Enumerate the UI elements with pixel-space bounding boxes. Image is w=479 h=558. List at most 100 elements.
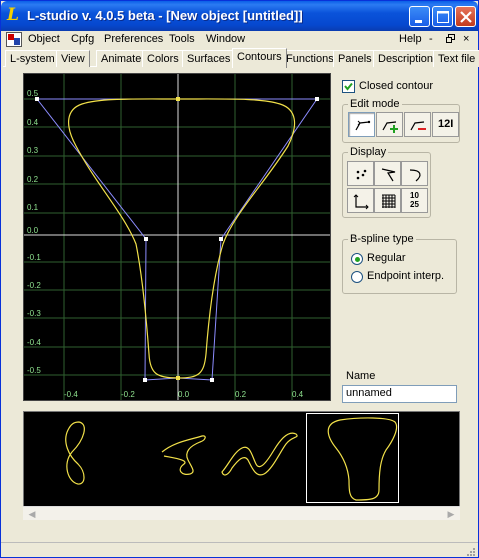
app-window: L L-studio v. 4.0.5 beta - [New object […	[0, 0, 479, 558]
mdi-minimize-button[interactable]: -	[429, 33, 433, 45]
control-polygon-icon	[381, 168, 396, 182]
show-grid-button[interactable]	[374, 188, 401, 213]
bspline-type-group: B-spline type Regular Endpoint interp.	[342, 233, 457, 294]
tab-view[interactable]: View	[56, 50, 90, 67]
gallery-thumbnails	[65, 413, 399, 503]
control-point[interactable]	[315, 97, 319, 101]
tab-l-system[interactable]: L-system	[5, 50, 60, 67]
closed-contour-label: Closed contour	[359, 80, 433, 92]
regular-radio[interactable]	[351, 253, 363, 265]
control-point[interactable]	[144, 237, 148, 241]
resize-grip-icon[interactable]	[465, 546, 476, 557]
title-bar[interactable]: L L-studio v. 4.0.5 beta - [New object […	[1, 1, 478, 31]
maximize-icon	[437, 11, 449, 23]
show-curve-button[interactable]	[401, 161, 428, 186]
y-tick-label: -0.1	[27, 253, 41, 262]
y-tick-label: -0.3	[27, 309, 41, 318]
scroll-right-icon[interactable]: ▶	[444, 507, 458, 521]
axes-icon	[353, 194, 369, 210]
show-polygon-button[interactable]	[374, 161, 401, 186]
window-title: L-studio v. 4.0.5 beta - [New object [un…	[27, 8, 303, 23]
y-tick-label: 0.1	[27, 203, 39, 212]
control-polygon	[35, 98, 318, 381]
gallery-contour-3[interactable]	[221, 432, 298, 476]
display-group: Display 10 25	[342, 146, 431, 218]
edit-mode-label: Edit mode	[348, 98, 402, 110]
name-input[interactable]: unnamed	[342, 385, 457, 403]
document-icon[interactable]	[6, 32, 22, 47]
contour-plot: -0.4 -0.2 0.0 0.2 0.4 0.5 0.4 0.3 0.2 0.…	[24, 74, 330, 400]
tab-contours[interactable]: Contours	[232, 48, 287, 68]
tab-surfaces[interactable]: Surfaces	[182, 50, 236, 67]
contour-editor-canvas[interactable]: -0.4 -0.2 0.0 0.2 0.4 0.5 0.4 0.3 0.2 0.…	[23, 73, 331, 401]
status-bar	[1, 542, 478, 558]
y-tick-label: -0.2	[27, 281, 41, 290]
minimize-button[interactable]	[409, 6, 430, 27]
endpoint-interp-radio[interactable]	[351, 271, 363, 283]
move-point-icon	[355, 120, 371, 131]
show-labels-button[interactable]: 10 25	[401, 188, 428, 213]
multiplicity-icon: 12I	[438, 118, 454, 130]
delete-point-button[interactable]	[404, 112, 431, 137]
control-point[interactable]	[210, 378, 214, 382]
control-point[interactable]	[219, 237, 223, 241]
tab-functions[interactable]: Functions	[281, 50, 339, 67]
tab-description[interactable]: Description	[373, 50, 439, 67]
menu-tools[interactable]: Tools	[169, 33, 195, 45]
mdi-restore-button[interactable]	[446, 34, 455, 45]
app-logo-icon: L	[7, 5, 19, 25]
gallery-contour-1[interactable]	[65, 421, 85, 485]
regular-label[interactable]: Regular	[367, 252, 406, 264]
y-tick-label: -0.4	[27, 338, 41, 347]
edit-mode-group: Edit mode 12I	[342, 98, 460, 143]
menu-help[interactable]: Help	[399, 33, 422, 45]
checkmark-icon	[344, 82, 353, 91]
y-tick-label: 0.5	[27, 89, 39, 98]
curve-icon	[409, 169, 421, 182]
gallery-selection	[306, 413, 399, 503]
multiplicity-button[interactable]: 12I	[432, 112, 459, 137]
gallery-contour-2[interactable]	[161, 435, 206, 475]
bspline-type-label: B-spline type	[348, 233, 416, 245]
restore-icon	[446, 34, 455, 43]
y-tick-label: 0.2	[27, 175, 39, 184]
add-point-button[interactable]	[376, 112, 403, 137]
points-icon	[356, 169, 367, 180]
maximize-button[interactable]	[432, 6, 453, 27]
control-point[interactable]	[143, 378, 147, 382]
tab-strip: L-system View Animate Colors Surfaces Co…	[3, 48, 479, 68]
y-tick-label: 0.3	[27, 146, 39, 155]
menu-cpfg[interactable]: Cpfg	[71, 33, 94, 45]
y-tick-label: -0.5	[27, 366, 41, 375]
endpoint-interp-label[interactable]: Endpoint interp.	[367, 270, 444, 282]
x-tick-label: -0.2	[121, 390, 135, 399]
y-tick-label: 0.4	[27, 118, 39, 127]
tab-animate[interactable]: Animate	[96, 50, 147, 67]
mdi-close-button[interactable]: ×	[463, 33, 469, 45]
contour-curve	[68, 98, 296, 379]
scroll-left-icon[interactable]: ◀	[25, 507, 39, 521]
show-axes-button[interactable]	[347, 188, 374, 213]
move-point-button[interactable]	[348, 112, 375, 137]
tab-colors[interactable]: Colors	[142, 50, 184, 67]
close-button[interactable]	[455, 6, 476, 27]
menu-object[interactable]: Object	[28, 33, 60, 45]
menu-window[interactable]: Window	[206, 33, 245, 45]
menu-preferences[interactable]: Preferences	[104, 33, 163, 45]
show-points-button[interactable]	[347, 161, 374, 186]
closed-contour-checkbox[interactable]	[342, 80, 355, 93]
x-tick-label: 0.2	[235, 390, 247, 399]
gallery-contour-4[interactable]	[327, 417, 398, 501]
add-point-icon	[382, 121, 398, 133]
name-label: Name	[346, 370, 376, 382]
contour-gallery[interactable]	[23, 411, 460, 520]
x-tick-label: 0.0	[178, 390, 190, 399]
y-tick-label: 0.0	[27, 226, 39, 235]
menu-bar: Object Cpfg Preferences Tools Window Hel…	[1, 31, 478, 49]
gallery-scrollbar[interactable]: ◀ ▶	[23, 506, 460, 520]
tab-text-file[interactable]: Text file	[433, 50, 479, 67]
close-icon	[460, 11, 472, 23]
x-tick-label: 0.4	[292, 390, 304, 399]
x-tick-label: -0.4	[64, 390, 78, 399]
tab-panels[interactable]: Panels	[333, 50, 377, 67]
